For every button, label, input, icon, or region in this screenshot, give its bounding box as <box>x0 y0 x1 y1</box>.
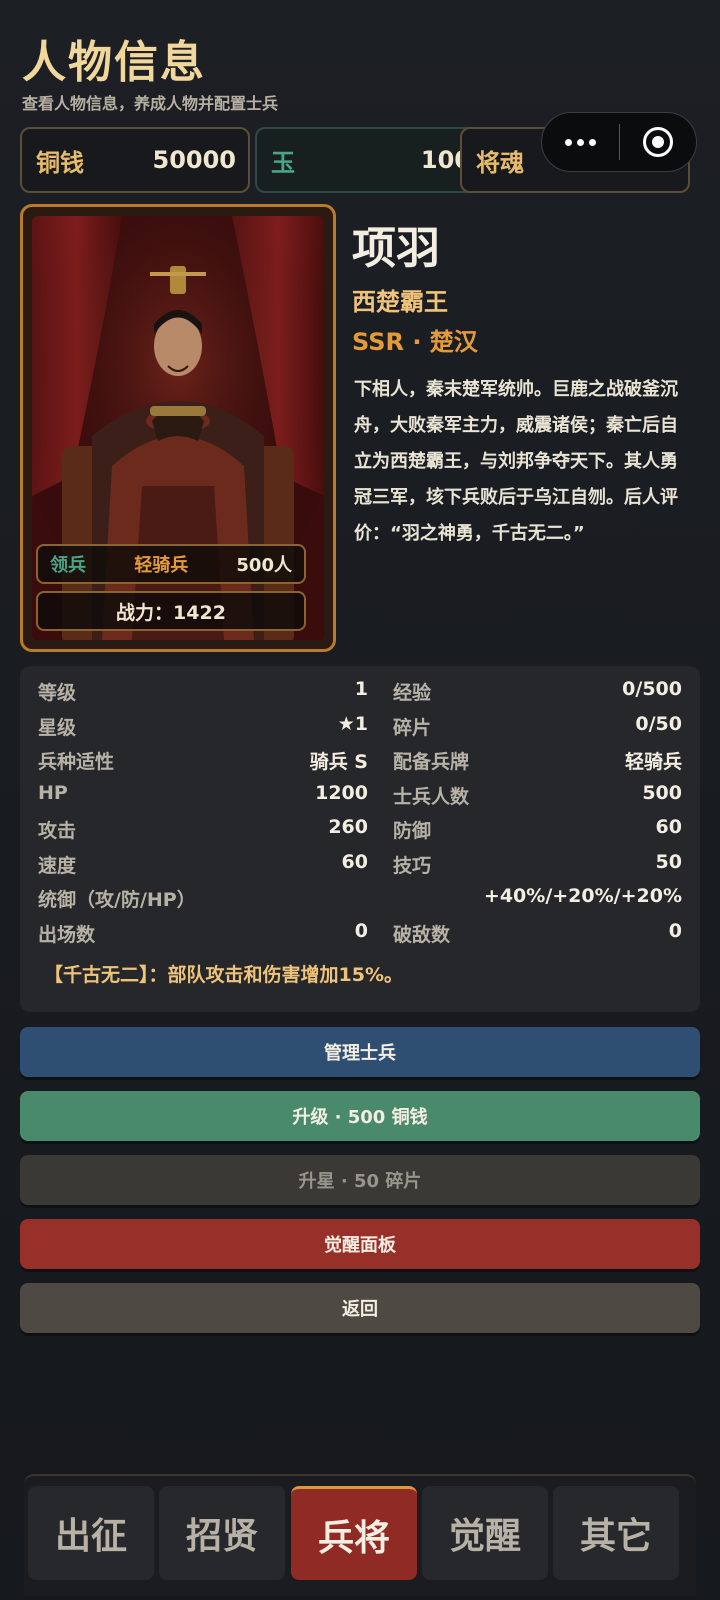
troop-count: 500人 <box>236 555 292 576</box>
tab-recruit[interactable]: 招贤 <box>159 1486 285 1580</box>
tab-generals[interactable]: 兵将 <box>291 1486 417 1580</box>
more-dots-icon[interactable] <box>542 138 619 146</box>
tab-awaken[interactable]: 觉醒 <box>422 1486 548 1580</box>
stat-value: 60 <box>655 816 682 838</box>
stat-label: 星级 <box>38 716 77 739</box>
hero-title: 西楚霸王 <box>352 288 448 316</box>
stat-value: 0 <box>354 919 368 942</box>
stats-panel: 等级 1 经验 0/500 星级 ★1 碎片 0/50 兵种适性 骑兵 S 配备… <box>20 666 700 1012</box>
stat-value: 1 <box>354 678 368 700</box>
stat-label: HP <box>38 781 68 804</box>
hero-rarity: SSR · 楚汉 <box>352 328 478 356</box>
back-button[interactable]: 返回 <box>20 1283 700 1333</box>
stat-label: 经验 <box>393 682 432 704</box>
stat-label: 等级 <box>38 682 77 704</box>
stat-row: 统御（攻/防/HP） +40%/+20%/+20% <box>38 879 682 914</box>
stat-value: 0/50 <box>635 712 682 735</box>
currency-soul-label: 将魂 <box>476 148 524 177</box>
stat-label: 攻击 <box>38 820 77 842</box>
target-icon[interactable] <box>620 127 697 157</box>
stat-label: 技巧 <box>393 854 432 877</box>
tab-expedition[interactable]: 出征 <box>28 1486 154 1580</box>
stat-value: ★1 <box>337 712 368 735</box>
awaken-panel-button[interactable]: 觉醒面板 <box>20 1219 700 1269</box>
page-subtitle: 查看人物信息，养成人物并配置士兵 <box>22 94 279 113</box>
currency-jade-label: 玉 <box>271 148 295 177</box>
stat-label: 士兵人数 <box>393 785 470 808</box>
currency-copper: 铜钱 50000 <box>20 127 250 193</box>
troop-type: 轻骑兵 <box>134 555 189 576</box>
level-up-button[interactable]: 升级 · 500 铜钱 <box>20 1091 700 1141</box>
stat-value: 轻骑兵 <box>624 751 682 773</box>
stat-row: HP 1200 士兵人数 500 <box>38 776 682 811</box>
skill-description: 【千古无二】：部队攻击和伤害增加15%。 <box>44 964 403 986</box>
stat-row: 星级 ★1 碎片 0/50 <box>38 707 682 742</box>
stat-value: 500 <box>642 781 682 804</box>
stat-row: 攻击 260 防御 60 <box>38 810 682 845</box>
mini-program-capsule <box>541 112 697 172</box>
stat-row: 兵种适性 骑兵 S 配备兵牌 轻骑兵 <box>38 741 682 776</box>
stat-label: 统御（攻/防/HP） <box>38 889 196 911</box>
stat-value: 1200 <box>315 781 368 804</box>
stat-label: 兵种适性 <box>38 751 115 773</box>
stat-value: 0/500 <box>622 678 682 700</box>
troop-label: 领兵 <box>50 555 86 576</box>
tab-other[interactable]: 其它 <box>553 1486 679 1580</box>
stat-value: 骑兵 S <box>309 751 368 773</box>
stat-value: 0 <box>668 919 682 942</box>
stat-label: 配备兵牌 <box>393 751 470 773</box>
stat-label: 破敌数 <box>393 923 451 946</box>
stat-value: +40%/+20%/+20% <box>483 885 682 907</box>
combat-power: 战力：1422 <box>36 591 306 631</box>
hero-portrait-card: 领兵 轻骑兵 500人 战力：1422 <box>20 204 336 652</box>
page-title: 人物信息 <box>22 37 206 88</box>
currency-copper-value: 50000 <box>152 146 237 174</box>
hero-bio: 下相人，秦末楚军统帅。巨鹿之战破釜沉舟，大败秦军主力，威震诸侯；秦亡后自立为西楚… <box>354 379 678 544</box>
stat-value: 50 <box>655 850 682 873</box>
stat-label: 碎片 <box>393 716 432 739</box>
stat-value: 260 <box>328 816 368 838</box>
currency-copper-label: 铜钱 <box>36 148 84 177</box>
stat-label: 出场数 <box>38 923 96 946</box>
stat-value: 60 <box>341 850 368 873</box>
stat-row: 速度 60 技巧 50 <box>38 845 682 880</box>
star-up-button[interactable]: 升星 · 50 碎片 <box>20 1155 700 1205</box>
bottom-tab-bar: 出征 招贤 兵将 觉醒 其它 <box>24 1474 696 1596</box>
manage-troops-button[interactable]: 管理士兵 <box>20 1027 700 1077</box>
stat-label: 速度 <box>38 854 77 877</box>
stat-row: 等级 1 经验 0/500 <box>38 672 682 707</box>
stat-row: 出场数 0 破敌数 0 <box>38 914 682 949</box>
troop-info-bar: 领兵 轻骑兵 500人 <box>36 544 306 584</box>
stat-label: 防御 <box>393 820 432 842</box>
currency-jade: 玉 100 <box>255 127 485 193</box>
hero-name: 项羽 <box>352 223 440 274</box>
